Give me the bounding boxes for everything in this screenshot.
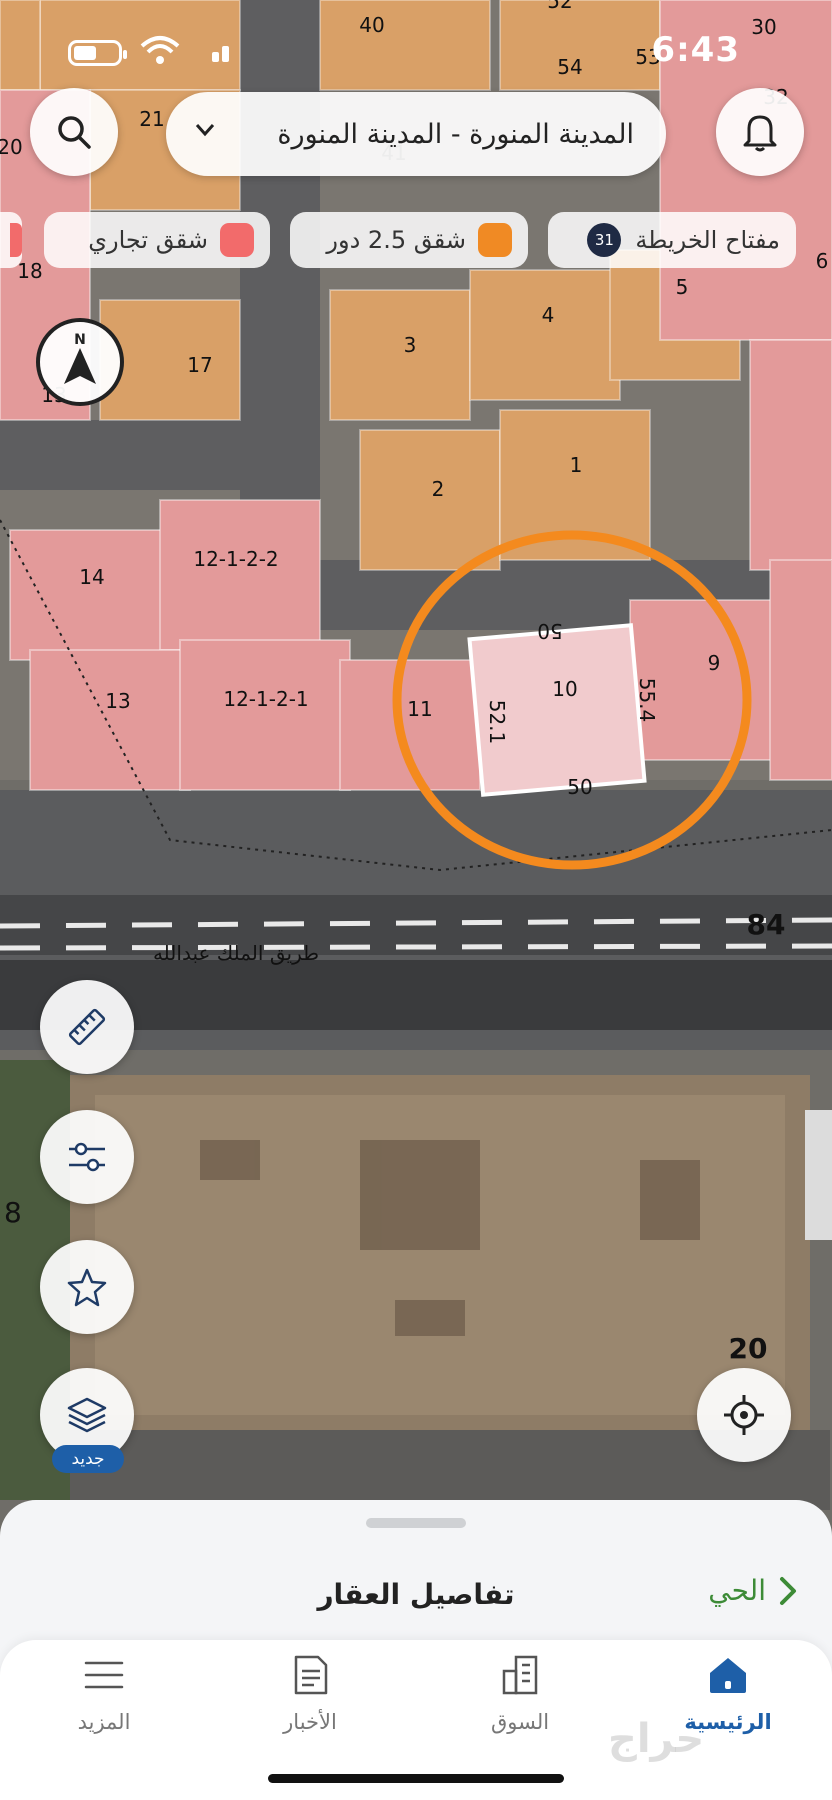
layers-icon [67, 1397, 107, 1433]
district-link[interactable]: الحي [708, 1574, 798, 1607]
legend-swatch [10, 223, 22, 257]
legend-label: شقق 2.5 دور [326, 226, 466, 254]
plot-label: 14 [79, 565, 104, 589]
watermark-logo: حراج [608, 1716, 705, 1762]
wifi-icon [140, 36, 180, 64]
battery-icon [68, 40, 127, 66]
svg-text:N: N [74, 332, 86, 348]
plot-label: 17 [187, 353, 212, 377]
location-label: المدينة المنورة - المدينة المنورة [277, 118, 634, 150]
notifications-button[interactable] [716, 88, 804, 176]
home-indicator [268, 1774, 564, 1783]
search-button[interactable] [30, 88, 118, 176]
chevron-down-icon [195, 124, 215, 137]
bell-icon [743, 115, 777, 152]
plot-label: 13 [105, 689, 130, 713]
road-number-label: 20 [729, 1332, 768, 1365]
plot-label: 54 [557, 55, 582, 79]
tab-news[interactable]: الأخبار [230, 1640, 390, 1770]
star-icon [67, 1268, 107, 1307]
new-badge: جديد [52, 1445, 124, 1473]
search-icon [58, 116, 91, 149]
home-icon [710, 1658, 746, 1693]
plot-label: 11 [407, 697, 432, 721]
map-key-count: 31 [587, 223, 622, 257]
tab-label: المزيد [77, 1710, 131, 1734]
tab-label: الأخبار [283, 1710, 337, 1734]
plot-label: 5 [676, 275, 689, 299]
plot-label: 3 [404, 333, 417, 357]
news-icon [294, 1655, 328, 1695]
dimension-label: 50 [567, 775, 592, 799]
legend-swatch [478, 223, 512, 257]
legend-label: شقق تجاري [88, 226, 208, 254]
dimension-label: 50 [537, 619, 562, 643]
ruler-icon [68, 1008, 106, 1046]
legend-chip-overflow[interactable] [0, 212, 22, 268]
location-selector[interactable]: المدينة المنورة - المدينة المنورة [166, 92, 666, 176]
plot-label: 20 [0, 135, 23, 159]
building-icon [502, 1655, 538, 1695]
measure-button[interactable] [40, 980, 134, 1074]
menu-icon [84, 1661, 124, 1689]
district-label: الحي [708, 1574, 766, 1607]
map-key-chip[interactable]: مفتاح الخريطة 31 [548, 212, 796, 268]
tab-market[interactable]: السوق [440, 1640, 600, 1770]
filter-button[interactable] [40, 1110, 134, 1204]
plot-label: 2 [432, 477, 445, 501]
dimension-label: 52.1 [485, 700, 509, 745]
legend-swatch [220, 223, 254, 257]
plot-label: 12-1-2-2 [193, 547, 278, 571]
plot-label: 9 [708, 651, 721, 675]
tab-label: السوق [490, 1710, 550, 1734]
dimension-label: 55.4 [635, 678, 659, 723]
plot-label: 4 [542, 303, 555, 327]
compass-button[interactable]: N [36, 318, 124, 406]
road-name-label: طريق الملك عبدالله [153, 941, 319, 965]
map-key-label: مفتاح الخريطة [635, 226, 780, 254]
legend-chip-commercial[interactable]: شقق تجاري [44, 212, 270, 268]
sheet-title: تفاصيل العقار [317, 1578, 515, 1611]
plot-label: 21 [139, 107, 164, 131]
plot-label: 40 [359, 13, 384, 37]
favorites-button[interactable] [40, 1240, 134, 1334]
edge-number-label: 8 [4, 1196, 22, 1229]
signal-icon [212, 46, 234, 62]
my-location-button[interactable] [697, 1368, 791, 1462]
plot-label: 6 [816, 249, 829, 273]
plot-label: 52 [547, 0, 572, 13]
chevron-right-icon [780, 1576, 796, 1605]
sliders-icon [69, 1142, 105, 1172]
plot-label: 12-1-2-1 [223, 687, 308, 711]
sheet-handle[interactable] [366, 1518, 466, 1528]
status-time: 6:43 [651, 30, 740, 70]
tab-more[interactable]: المزيد [24, 1640, 184, 1770]
compass-icon: N [64, 332, 96, 384]
legend-chip-apartments[interactable]: شقق 2.5 دور [290, 212, 528, 268]
crosshair-icon [724, 1395, 764, 1435]
road-number-label: 84 [747, 908, 786, 941]
plot-label: 10 [552, 677, 577, 701]
plot-label: 18 [17, 259, 42, 283]
plot-label: 30 [751, 15, 776, 39]
plot-label: 1 [570, 453, 583, 477]
